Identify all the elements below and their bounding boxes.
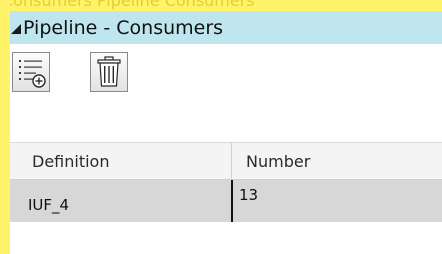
panel-title: Pipeline - Consumers: [23, 16, 224, 39]
consumers-panel: Pipeline - Consumers Definition Number I…: [10, 11, 442, 254]
table-row[interactable]: IUF_4 13: [10, 180, 442, 222]
add-consumer-button[interactable]: [12, 52, 50, 92]
panel-header[interactable]: Pipeline - Consumers: [10, 11, 442, 44]
grid-header: Definition Number: [10, 142, 442, 180]
cell-definition[interactable]: IUF_4: [10, 180, 231, 222]
ghost-text: Consumers Pipeline Consumers: [2, 0, 255, 10]
collapse-arrow-icon[interactable]: [11, 23, 21, 34]
toolbar: [10, 44, 442, 142]
consumers-grid: Definition Number IUF_4 13: [10, 142, 442, 222]
delete-consumer-button[interactable]: [90, 52, 128, 92]
list-add-icon: [19, 60, 46, 88]
highlight-strip-top: Consumers Pipeline Consumers: [0, 0, 442, 11]
column-header-definition[interactable]: Definition: [10, 143, 232, 180]
column-header-number[interactable]: Number: [232, 143, 442, 180]
cell-number[interactable]: 13: [231, 180, 442, 222]
highlight-strip-left: [0, 0, 10, 254]
trash-icon: [97, 56, 121, 87]
